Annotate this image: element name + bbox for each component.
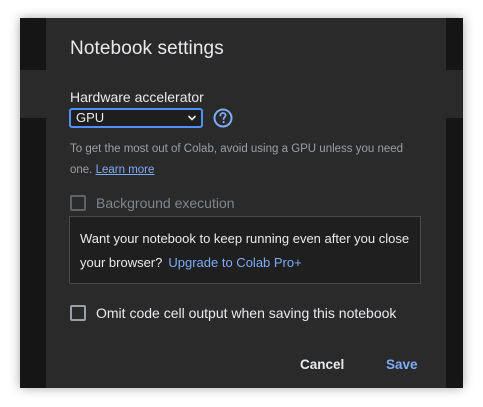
omit-output-label: Omit code cell output when saving this n… [96,305,397,321]
hardware-accelerator-selected-value: GPU [76,110,105,125]
save-button[interactable]: Save [386,357,418,372]
chevron-down-icon [187,115,197,121]
notebook-settings-dialog: Notebook settings Hardware accelerator G… [46,18,446,388]
omit-output-checkbox[interactable] [70,305,86,321]
cancel-button[interactable]: Cancel [300,357,344,372]
hardware-accelerator-label: Hardware accelerator [70,89,204,105]
gpu-hint: To get the most out of Colab, avoid usin… [70,139,425,181]
learn-more-link[interactable]: Learn more [96,164,155,176]
background-execution-label: Background execution [96,195,235,211]
colab-pro-promo: Want your notebook to keep running even … [69,216,421,284]
hardware-accelerator-select[interactable]: GPU [69,108,203,128]
dialog-title: Notebook settings [70,38,224,59]
question-circle-icon[interactable] [213,108,233,128]
background-execution-checkbox[interactable] [70,195,86,211]
upgrade-colab-pro-link[interactable]: Upgrade to Colab Pro+ [168,255,301,270]
promo-text-container: Want your notebook to keep running even … [80,227,410,275]
screen-frame: Notebook settings Hardware accelerator G… [20,18,463,388]
